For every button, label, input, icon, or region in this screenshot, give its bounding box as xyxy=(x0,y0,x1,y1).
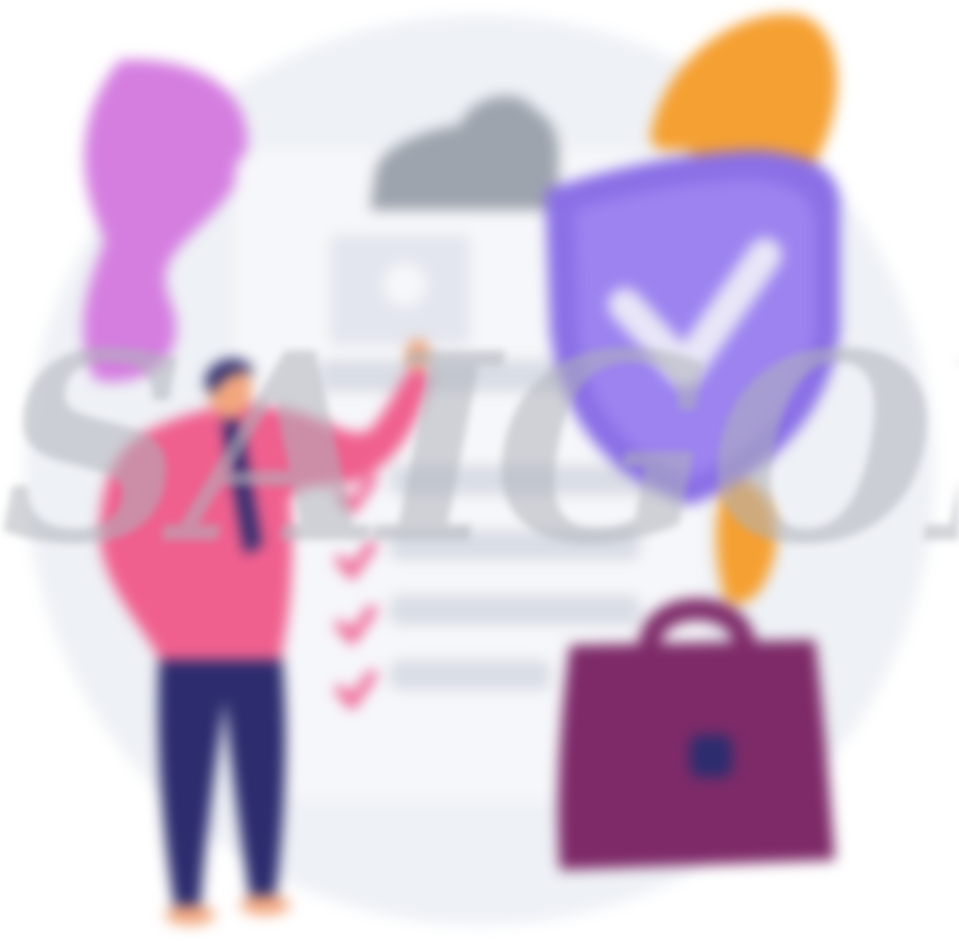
illustration-canvas: SAIGON xyxy=(0,0,959,942)
watermark-text: SAIGON xyxy=(0,300,959,600)
checklist-line xyxy=(390,660,550,690)
person-shoe xyxy=(165,905,215,925)
briefcase-clasp xyxy=(690,735,732,777)
person-shoe xyxy=(240,895,290,915)
